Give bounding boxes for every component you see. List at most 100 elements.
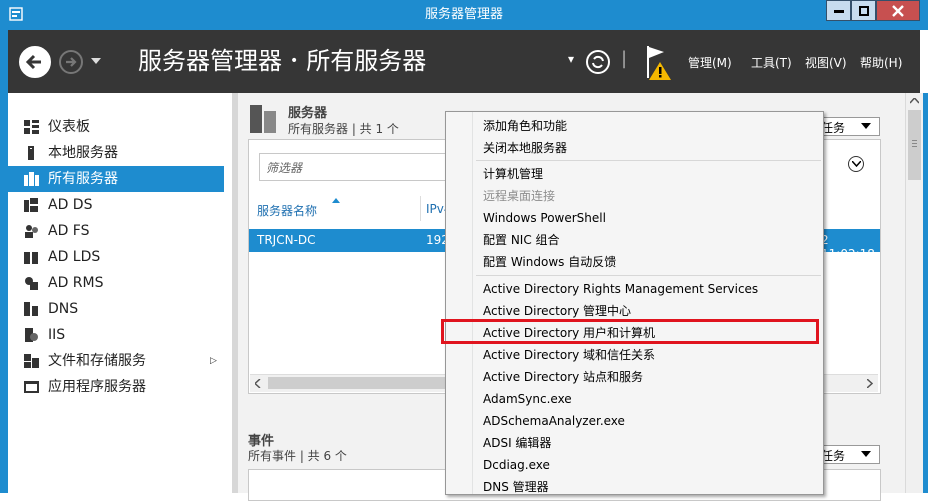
vertical-scroll-thumb[interactable] (908, 110, 921, 180)
horizontal-scroll-thumb[interactable] (268, 377, 448, 389)
sidebar-item-iis[interactable]: IIS (8, 322, 224, 348)
sidebar-item-label: AD FS (48, 223, 90, 239)
tools-dropdown-menu: 添加角色和功能 关闭本地服务器 计算机管理 远程桌面连接 Windows Pow… (445, 111, 824, 495)
sidebar-item-label: AD LDS (48, 249, 101, 265)
ad-ds-icon (24, 198, 38, 212)
chevron-down-icon (861, 451, 871, 457)
menu-item-ad-sites-services[interactable]: Active Directory 站点和服务 (483, 366, 643, 388)
header-separator: | (621, 48, 628, 69)
servers-group-subtitle: 所有服务器 | 共 1 个 (288, 122, 399, 136)
menu-help[interactable]: 帮助(H) (860, 54, 902, 71)
menu-separator (476, 275, 821, 276)
history-dropdown-icon[interactable] (91, 58, 101, 66)
maximize-button[interactable] (851, 0, 876, 21)
iis-icon (25, 328, 38, 342)
sidebar-item-label: IIS (48, 327, 66, 343)
menu-item-remote-desktop: 远程桌面连接 (483, 189, 556, 203)
sidebar-item-label: AD DS (48, 197, 93, 213)
ad-lds-icon (24, 252, 38, 264)
breadcrumb-root[interactable]: 服务器管理器 (138, 47, 282, 75)
ad-rms-icon (25, 277, 38, 290)
expand-filter-button[interactable] (848, 156, 864, 172)
app-server-icon (24, 381, 39, 393)
file-storage-icon (24, 354, 39, 368)
menu-manage[interactable]: 管理(M) (688, 54, 732, 71)
menu-item-powershell[interactable]: Windows PowerShell (483, 207, 606, 229)
events-tasks-dropdown[interactable]: 任务 (816, 445, 880, 464)
vertical-scrollbar[interactable] (905, 93, 923, 493)
sidebar-item-label: 仪表板 (48, 119, 90, 135)
refresh-button[interactable] (586, 50, 610, 74)
sort-ascending-icon (332, 198, 340, 203)
back-button[interactable] (19, 46, 51, 78)
menu-item-add-roles[interactable]: 添加角色和功能 (483, 115, 567, 137)
sidebar-item-label: AD RMS (48, 275, 104, 291)
menu-tools[interactable]: 工具(T) (751, 54, 792, 71)
sidebar-item-ad-rms[interactable]: AD RMS (8, 270, 224, 296)
menu-item-windows-feedback[interactable]: 配置 Windows 自动反馈 (483, 251, 616, 273)
sidebar-item-local-server[interactable]: 本地服务器 (8, 140, 224, 166)
menu-item-nic-teaming[interactable]: 配置 NIC 组合 (483, 229, 560, 251)
chevron-down-icon (852, 161, 861, 167)
menu-separator (476, 160, 821, 161)
forward-arrow-icon (66, 57, 77, 67)
sidebar-item-ad-fs[interactable]: AD FS (8, 218, 224, 244)
ad-fs-icon (25, 225, 38, 238)
dashboard-icon (24, 120, 39, 134)
sidebar-item-file-storage[interactable]: 文件和存储服务 ▷ (8, 348, 224, 374)
notification-flag-icon[interactable] (644, 44, 674, 80)
menu-item-adsi-edit[interactable]: ADSI 编辑器 (483, 432, 551, 454)
forward-button[interactable] (59, 50, 83, 74)
sidebar: 仪表板 本地服务器 所有服务器 AD DS AD FS AD LDS AD RM… (8, 93, 232, 493)
servers-tasks-label: 任务 (821, 121, 846, 135)
refresh-icon (592, 55, 604, 69)
sidebar-item-all-servers[interactable]: 所有服务器 (8, 166, 224, 192)
menu-item-computer-management[interactable]: 计算机管理 (483, 163, 543, 185)
back-arrow-icon (25, 54, 41, 70)
highlight-annotation-box (441, 319, 819, 344)
menu-gutter (472, 112, 473, 494)
scroll-right-icon[interactable] (867, 379, 873, 388)
breadcrumb: 服务器管理器 • 所有服务器 (138, 30, 426, 93)
scroll-left-icon[interactable] (255, 379, 261, 388)
servers-tasks-dropdown[interactable]: 任务 (816, 117, 880, 136)
title-bar[interactable]: 服务器管理器 (0, 0, 928, 30)
sidebar-item-ad-lds[interactable]: AD LDS (8, 244, 224, 270)
breadcrumb-current: 所有服务器 (306, 47, 427, 75)
menu-item-adschemaanalyzer[interactable]: ADSchemaAnalyzer.exe (483, 410, 625, 432)
breadcrumb-separator: • (290, 53, 299, 69)
scroll-up-icon[interactable] (910, 98, 919, 104)
menu-view[interactable]: 视图(V) (805, 54, 847, 71)
menu-item-dns-manager[interactable]: DNS 管理器 (483, 476, 549, 498)
local-server-icon (28, 146, 34, 160)
chevron-down-icon (861, 123, 871, 129)
sidebar-item-dns[interactable]: DNS (8, 296, 224, 322)
menu-item-shutdown-local-server[interactable]: 关闭本地服务器 (483, 137, 567, 159)
sidebar-item-ad-ds[interactable]: AD DS (8, 192, 224, 218)
menu-item-adamsync[interactable]: AdamSync.exe (483, 388, 572, 410)
close-button[interactable] (876, 0, 920, 21)
minimize-button[interactable] (826, 0, 851, 21)
filter-input[interactable]: 筛选器 (259, 153, 461, 181)
sidebar-item-dashboard[interactable]: 仪表板 (8, 114, 224, 140)
sidebar-item-label: 本地服务器 (48, 145, 118, 161)
sidebar-item-app-server[interactable]: 应用程序服务器 (8, 374, 224, 400)
servers-group-title: 服务器 (288, 106, 328, 121)
window-title: 服务器管理器 (424, 7, 503, 22)
sidebar-item-label: 所有服务器 (48, 171, 118, 187)
menu-item-dcdiag[interactable]: Dcdiag.exe (483, 454, 550, 476)
header-dropdown-arrow[interactable]: ▾ (568, 52, 574, 66)
expand-arrow-icon[interactable]: ▷ (210, 348, 217, 374)
filter-placeholder: 筛选器 (266, 161, 303, 175)
sidebar-item-label: DNS (48, 301, 79, 317)
minimize-icon (833, 9, 844, 13)
column-divider[interactable] (420, 196, 421, 221)
row-time: 2 11:02:18 (821, 233, 875, 261)
header-bar: 服务器管理器 • 所有服务器 ▾ | 管理(M) 工具(T) 视图(V) 帮助(H) (8, 30, 920, 93)
column-server-name[interactable]: 服务器名称 (257, 202, 317, 219)
menu-item-ad-rms[interactable]: Active Directory Rights Management Servi… (483, 278, 758, 300)
close-icon (892, 4, 904, 17)
sidebar-item-label: 应用程序服务器 (48, 379, 146, 395)
events-tasks-label: 任务 (821, 449, 846, 463)
menu-item-ad-domains-trusts[interactable]: Active Directory 域和信任关系 (483, 344, 655, 366)
